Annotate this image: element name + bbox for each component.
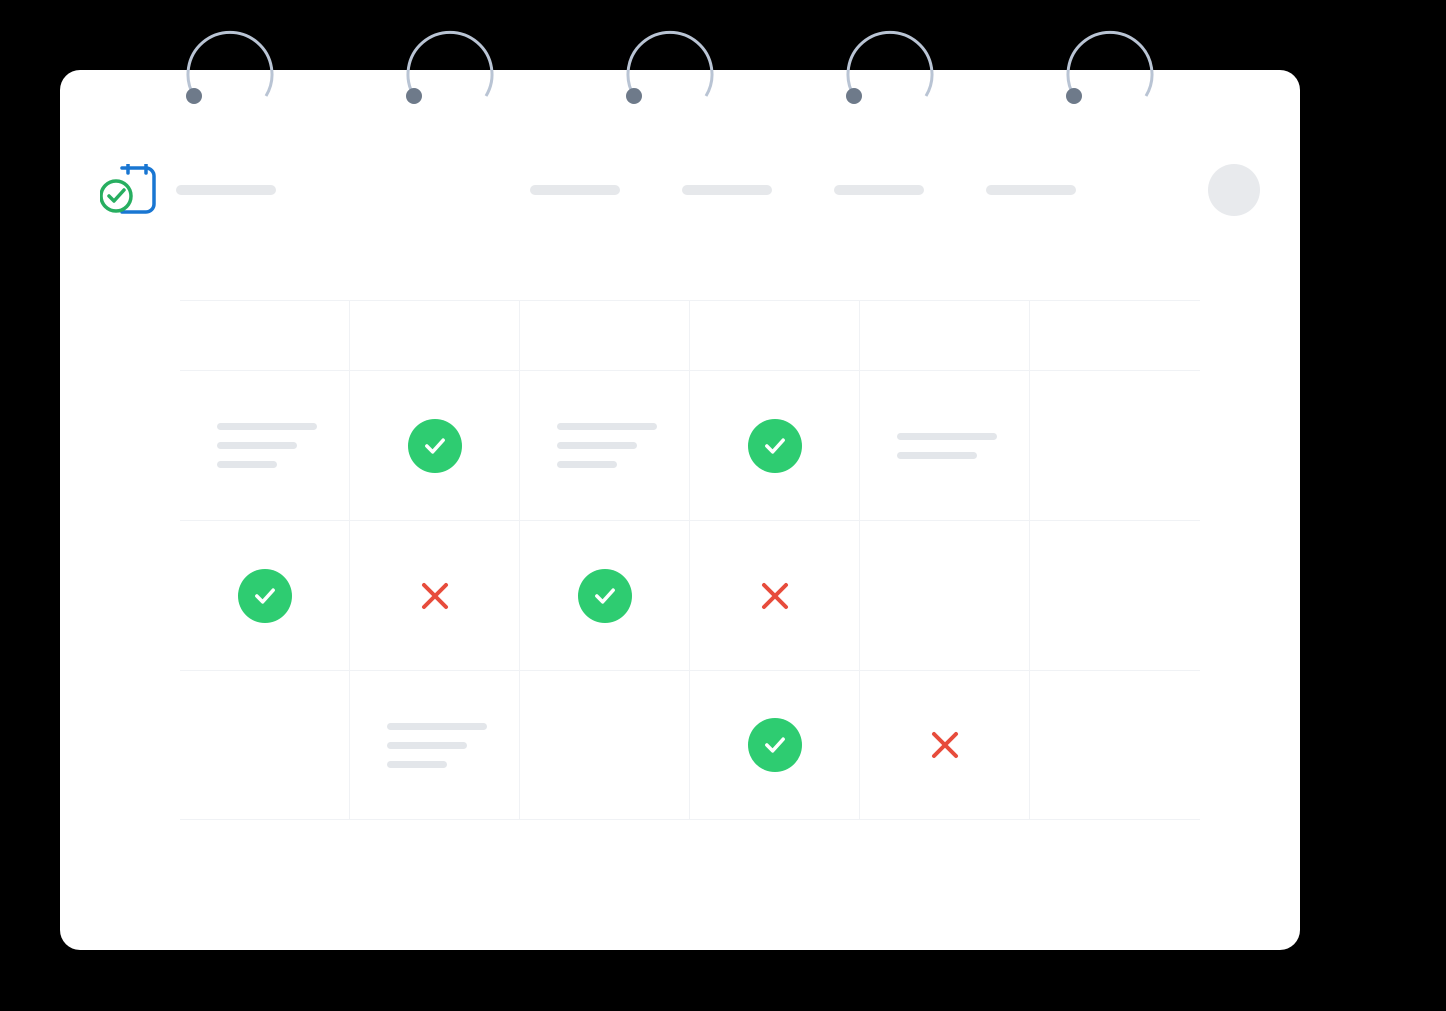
grid-cell[interactable]	[860, 521, 1030, 670]
grid-cell[interactable]	[1030, 671, 1200, 819]
grid-header-cell	[180, 301, 350, 370]
check-icon	[748, 718, 802, 772]
grid-cell[interactable]	[690, 521, 860, 670]
spiral-ring	[830, 10, 950, 130]
spiral-ring	[390, 10, 510, 130]
calendar-grid	[180, 300, 1200, 820]
grid-cell[interactable]	[180, 671, 350, 819]
grid-cell[interactable]	[1030, 371, 1200, 520]
logo-text-placeholder	[176, 185, 276, 195]
nav-item-placeholder[interactable]	[682, 185, 772, 195]
text-lines-placeholder	[217, 423, 317, 468]
grid-cell[interactable]	[520, 371, 690, 520]
nav-item-placeholder[interactable]	[986, 185, 1076, 195]
grid-header-cell	[1030, 301, 1200, 370]
grid-cell[interactable]	[350, 671, 520, 819]
spiral-ring	[1050, 10, 1170, 130]
grid-cell[interactable]	[690, 371, 860, 520]
grid-row	[180, 670, 1200, 820]
check-icon	[238, 569, 292, 623]
cross-icon	[758, 579, 792, 613]
spiral-ring	[610, 10, 730, 130]
grid-row	[180, 370, 1200, 520]
spiral-ring	[170, 10, 290, 130]
app-header	[100, 160, 1260, 220]
text-lines-placeholder	[387, 723, 487, 768]
check-icon	[578, 569, 632, 623]
nav-links	[530, 164, 1260, 216]
grid-cell[interactable]	[350, 521, 520, 670]
grid-cell[interactable]	[350, 371, 520, 520]
grid-cell[interactable]	[860, 371, 1030, 520]
grid-header-cell	[690, 301, 860, 370]
nav-item-placeholder[interactable]	[834, 185, 924, 195]
cross-icon	[928, 728, 962, 762]
grid-header-cell	[860, 301, 1030, 370]
grid-cell[interactable]	[520, 521, 690, 670]
text-lines-placeholder	[897, 433, 997, 459]
notepad-card	[60, 70, 1300, 950]
calendar-check-icon	[100, 164, 158, 216]
check-icon	[748, 419, 802, 473]
grid-header-cell	[350, 301, 520, 370]
grid-cell[interactable]	[180, 521, 350, 670]
grid-cell[interactable]	[180, 371, 350, 520]
grid-cell[interactable]	[1030, 521, 1200, 670]
grid-header-row	[180, 300, 1200, 370]
grid-cell[interactable]	[520, 671, 690, 819]
nav-item-placeholder[interactable]	[530, 185, 620, 195]
check-icon	[408, 419, 462, 473]
grid-row	[180, 520, 1200, 670]
avatar[interactable]	[1208, 164, 1260, 216]
logo-area	[100, 164, 276, 216]
cross-icon	[418, 579, 452, 613]
grid-cell[interactable]	[860, 671, 1030, 819]
grid-header-cell	[520, 301, 690, 370]
grid-cell[interactable]	[690, 671, 860, 819]
text-lines-placeholder	[557, 423, 657, 468]
